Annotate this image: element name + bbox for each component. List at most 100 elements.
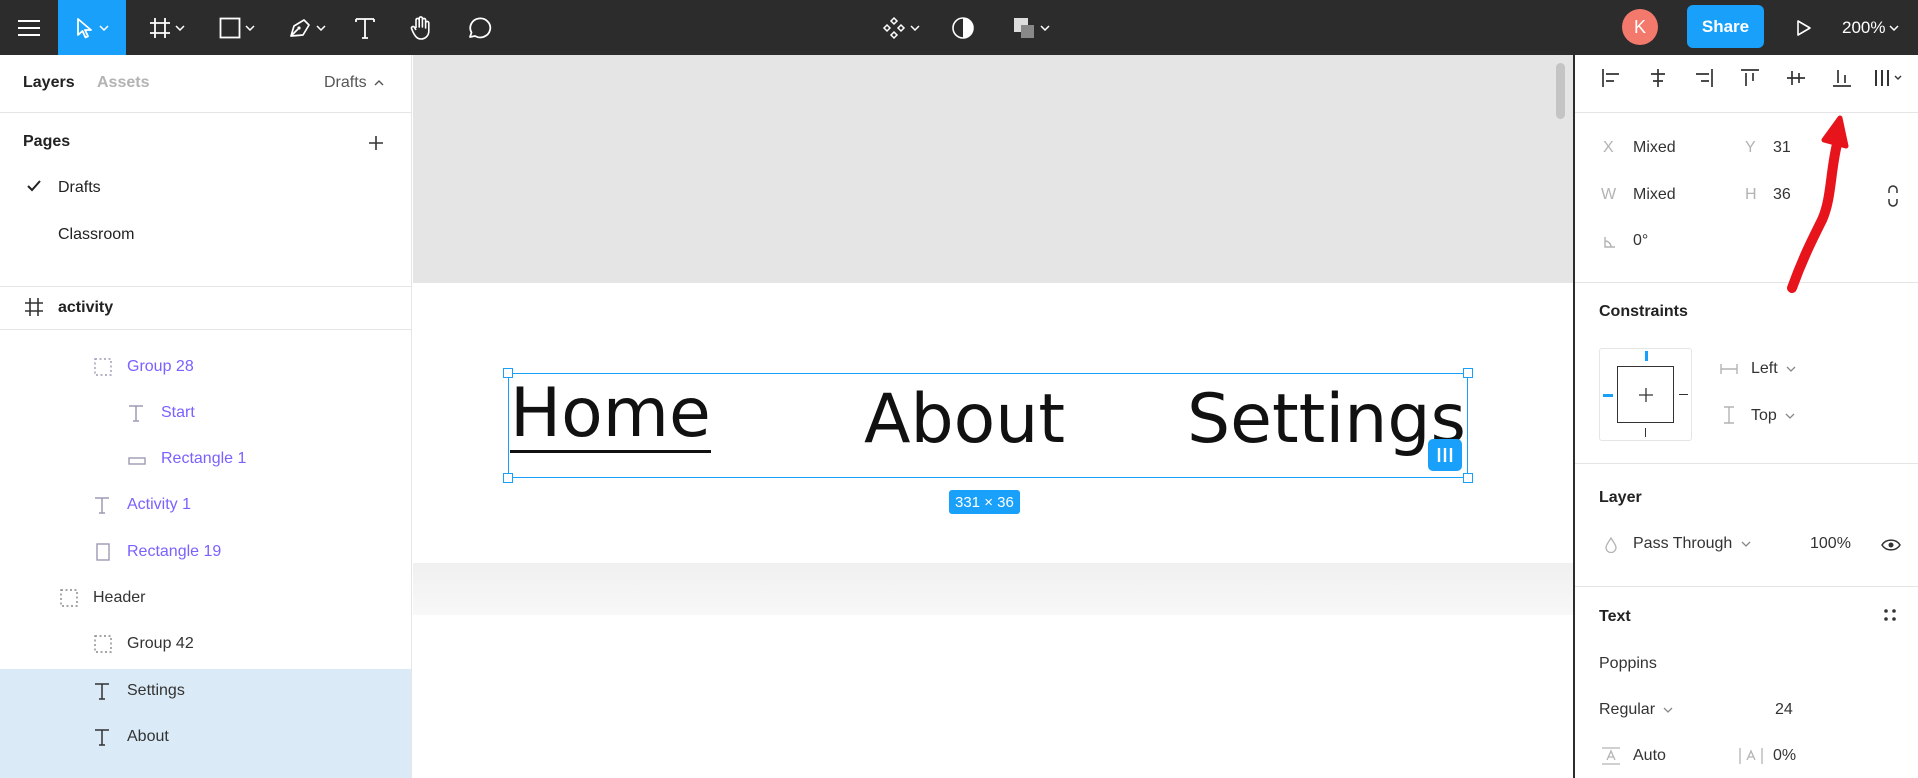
selection-box[interactable] [508, 373, 1468, 478]
comment-tool-button[interactable] [462, 0, 496, 55]
constraint-right[interactable] [1679, 394, 1688, 395]
share-button[interactable]: Share [1687, 5, 1764, 48]
group-icon [94, 635, 112, 653]
layer-title: Layer [1599, 489, 1642, 506]
main-menu-button[interactable] [0, 0, 58, 55]
resize-handle[interactable] [503, 368, 513, 378]
page-item-drafts[interactable]: Drafts [58, 179, 101, 197]
layer-row-selected[interactable]: About [0, 715, 411, 778]
resize-handle[interactable] [1463, 473, 1473, 483]
font-family-dropdown[interactable]: Poppins [1599, 655, 1657, 673]
user-avatar[interactable]: K [1622, 9, 1658, 45]
annotation-arrow [1787, 115, 1849, 293]
chevron-down-icon [1741, 541, 1751, 547]
vertical-constraint-dropdown[interactable]: Top [1751, 407, 1795, 425]
constraint-top-active[interactable] [1645, 351, 1648, 361]
text-title: Text [1599, 608, 1631, 625]
align-right-icon[interactable] [1693, 67, 1715, 89]
chevron-down-icon [1889, 24, 1900, 31]
comment-icon [469, 17, 492, 38]
font-size-field[interactable]: 24 [1775, 701, 1793, 719]
font-weight-value: Regular [1599, 701, 1656, 718]
layer-row-selected[interactable]: Settings [0, 669, 411, 715]
design-panel: X Mixed Y 31 W Mixed H 36 0° Constraints… [1573, 55, 1918, 778]
w-field[interactable]: Mixed [1633, 186, 1676, 204]
move-tool-button[interactable] [58, 0, 126, 55]
page-item-classroom[interactable]: Classroom [58, 226, 134, 244]
canvas-scrollbar[interactable] [1556, 63, 1565, 119]
frame-tool-button[interactable] [142, 0, 192, 55]
x-field[interactable]: Mixed [1633, 139, 1676, 157]
align-horizontal-center-icon[interactable] [1647, 67, 1669, 89]
frame-icon [150, 17, 170, 38]
letter-spacing-icon [1739, 748, 1763, 764]
checkmark-icon [27, 180, 41, 192]
shape-tool-button[interactable] [212, 0, 262, 55]
pages-dropdown[interactable]: Drafts [324, 74, 384, 92]
boolean-button[interactable] [1006, 0, 1056, 55]
constraint-bottom[interactable] [1645, 428, 1646, 437]
components-button[interactable] [876, 0, 926, 55]
divider [1575, 586, 1918, 587]
frame-icon [25, 298, 43, 316]
chevron-down-icon [1786, 366, 1796, 372]
play-icon [1797, 19, 1811, 36]
canvas[interactable]: Home About Settings 331 × 36 [413, 55, 1573, 778]
chevron-down-icon [1785, 413, 1795, 419]
layer-row[interactable]: Start [0, 391, 411, 437]
text-styles-icon[interactable] [1883, 608, 1897, 622]
layer-row[interactable]: Activity 1 [0, 483, 411, 529]
artboard-lower [413, 615, 1573, 778]
layer-row[interactable]: Header [0, 576, 411, 622]
plus-icon [369, 136, 383, 150]
current-frame-row[interactable]: activity [0, 286, 411, 330]
zoom-label: 200% [1842, 17, 1886, 37]
constraint-left-active[interactable] [1603, 394, 1613, 397]
chevron-down-icon [1040, 24, 1050, 31]
layer-label: Header [93, 589, 146, 606]
distribute-icon[interactable] [1873, 67, 1907, 89]
text-tool-button[interactable] [350, 0, 380, 55]
align-left-icon[interactable] [1600, 67, 1622, 89]
group-icon [60, 589, 78, 607]
blend-mode-dropdown[interactable]: Pass Through [1633, 535, 1751, 553]
horizontal-constraint-dropdown[interactable]: Left [1751, 360, 1796, 378]
align-bottom-icon[interactable] [1831, 67, 1853, 89]
layer-row[interactable]: Group 28 [0, 345, 411, 391]
components-icon [882, 16, 906, 39]
tab-layers[interactable]: Layers [23, 74, 75, 92]
layer-row[interactable]: Rectangle 19 [0, 530, 411, 576]
present-button[interactable] [1790, 0, 1818, 55]
layer-label: Group 28 [127, 358, 194, 375]
layer-row[interactable]: Rectangle 1 [0, 437, 411, 483]
resize-handle[interactable] [503, 473, 513, 483]
text-layer-icon [95, 683, 109, 700]
add-page-button[interactable] [364, 131, 388, 155]
eye-icon[interactable] [1881, 538, 1901, 552]
mask-button[interactable] [948, 0, 978, 55]
constrain-proportions-icon[interactable] [1885, 184, 1901, 208]
constraints-widget[interactable] [1599, 348, 1692, 441]
font-weight-dropdown[interactable]: Regular [1599, 701, 1673, 719]
zoom-dropdown[interactable]: 200% [1842, 0, 1900, 55]
opacity-field[interactable]: 100% [1810, 535, 1851, 553]
chevron-down-icon [175, 24, 185, 31]
line-height-field[interactable]: Auto [1633, 747, 1666, 765]
hand-tool-button[interactable] [404, 0, 438, 55]
layer-label: Rectangle 19 [127, 543, 222, 560]
tidy-up-button[interactable] [1428, 439, 1462, 471]
align-top-icon[interactable] [1739, 67, 1761, 89]
align-vertical-center-icon[interactable] [1785, 67, 1807, 89]
pen-tool-button[interactable] [282, 0, 332, 55]
layer-row[interactable]: Group 42 [0, 622, 411, 668]
layer-label: Group 42 [127, 635, 194, 652]
resize-handle[interactable] [1463, 368, 1473, 378]
layer-label: Start [161, 404, 195, 421]
rotation-field[interactable]: 0° [1633, 232, 1648, 250]
letter-spacing-field[interactable]: 0% [1773, 747, 1796, 765]
panel-tabs: Layers Assets Drafts [0, 55, 411, 113]
tab-assets[interactable]: Assets [97, 74, 149, 92]
vertical-constraint-value: Top [1751, 407, 1777, 424]
hamburger-icon [18, 19, 40, 36]
line-height-icon [1602, 747, 1620, 765]
